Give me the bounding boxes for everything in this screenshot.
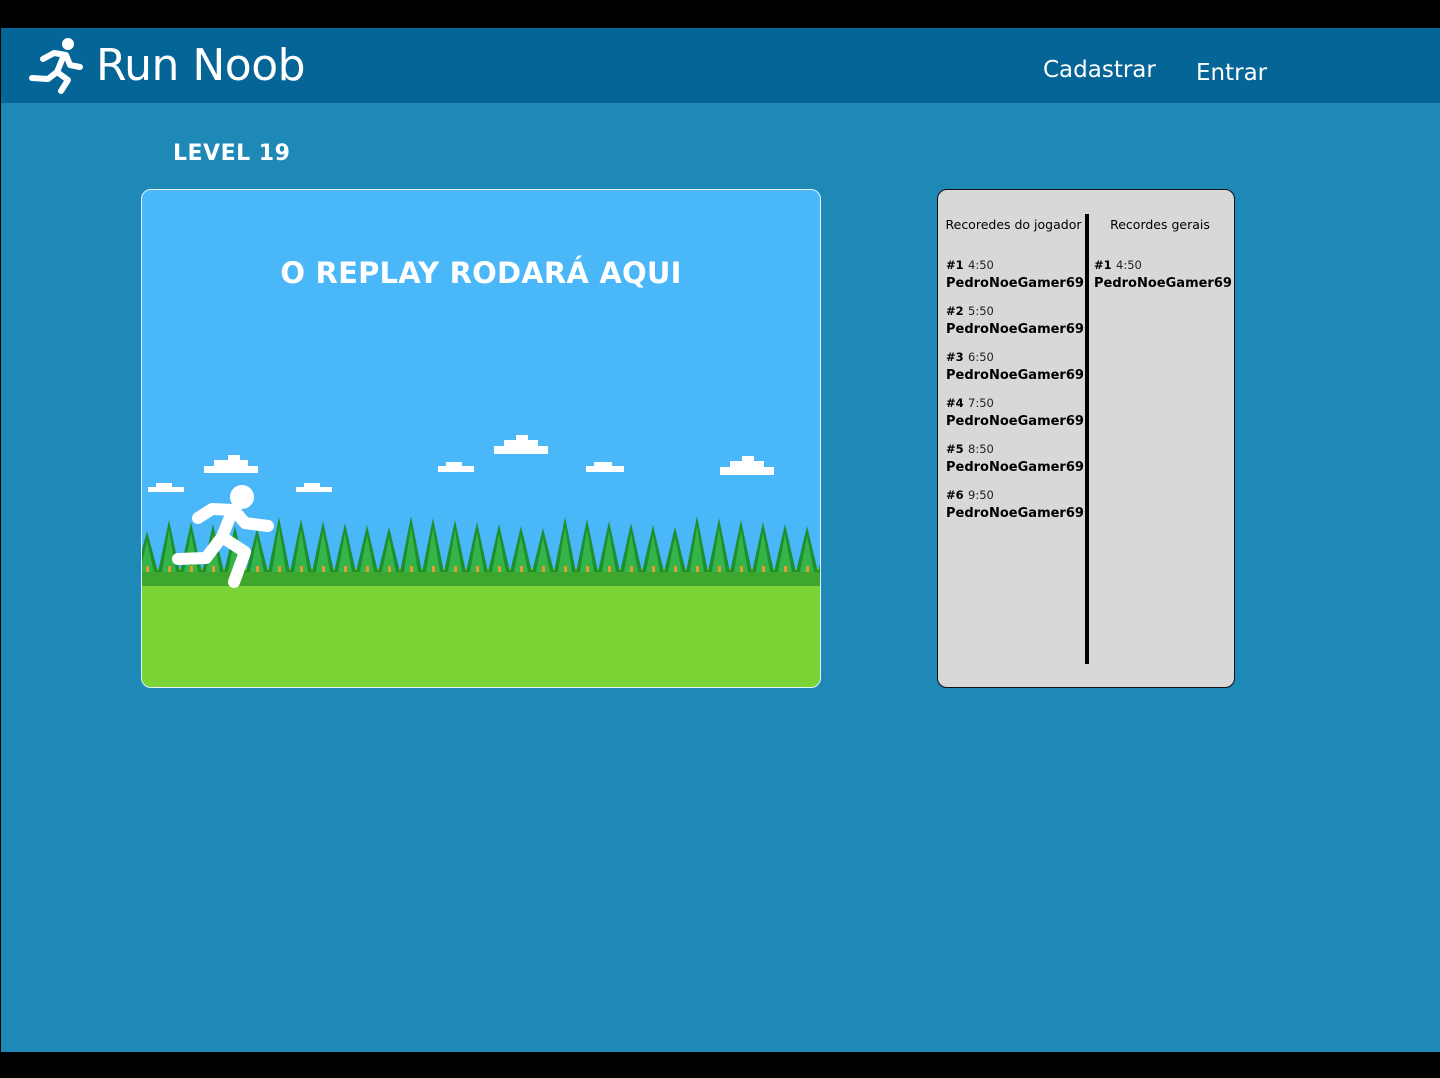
record-player-name: PedroNoeGamer69 [946, 506, 1084, 521]
record-time: 4:50 [1116, 258, 1142, 272]
record-time: 5:50 [968, 304, 994, 318]
list-item[interactable]: #4 7:50 PedroNoeGamer69 [946, 392, 1084, 438]
record-player-name: PedroNoeGamer69 [946, 460, 1084, 475]
record-player-name: PedroNoeGamer69 [946, 322, 1084, 337]
record-rank: #4 [946, 396, 964, 410]
record-rank: #1 [946, 258, 964, 272]
record-rank: #3 [946, 350, 964, 364]
record-time: 7:50 [968, 396, 994, 410]
player-records-title: Recoredes do jogador [945, 217, 1082, 232]
list-item[interactable]: #2 5:50 PedroNoeGamer69 [946, 300, 1084, 346]
login-link[interactable]: Entrar [1196, 60, 1267, 86]
record-player-name: PedroNoeGamer69 [946, 276, 1084, 291]
list-item[interactable]: #1 4:50 PedroNoeGamer69 [946, 254, 1084, 300]
global-records-list: #1 4:50 PedroNoeGamer69 [1094, 254, 1232, 300]
brand-logo-text[interactable]: Run Noob [96, 40, 306, 91]
record-rank: #6 [946, 488, 964, 502]
record-time: 4:50 [968, 258, 994, 272]
player-records-list: #1 4:50 PedroNoeGamer69 #2 5:50 PedroNoeGa… [946, 254, 1084, 530]
register-link[interactable]: Cadastrar [1043, 57, 1156, 83]
record-player-name: PedroNoeGamer69 [1094, 276, 1232, 291]
record-player-name: PedroNoeGamer69 [946, 414, 1084, 429]
record-time: 6:50 [968, 350, 994, 364]
list-item[interactable]: #6 9:50 PedroNoeGamer69 [946, 484, 1084, 530]
cloud-group [148, 435, 774, 492]
record-time: 8:50 [968, 442, 994, 456]
list-item[interactable]: #1 4:50 PedroNoeGamer69 [1094, 254, 1232, 300]
record-rank: #2 [946, 304, 964, 318]
top-navbar: Run Noob Cadastrar Entrar [1, 28, 1440, 103]
list-item[interactable]: #3 6:50 PedroNoeGamer69 [946, 346, 1084, 392]
level-title: LEVEL 19 [173, 141, 291, 166]
record-player-name: PedroNoeGamer69 [946, 368, 1084, 383]
records-panel: Recoredes do jogador Recordes gerais #1 4… [937, 189, 1235, 688]
running-person-icon[interactable] [26, 37, 84, 95]
global-records-title: Recordes gerais [1110, 217, 1210, 232]
column-divider [1085, 214, 1089, 664]
replay-placeholder-caption: O REPLAY RODARÁ AQUI [280, 256, 682, 290]
record-rank: #1 [1094, 258, 1112, 272]
page: Run Noob Cadastrar Entrar LEVEL 19 O REP… [1, 28, 1440, 1052]
replay-viewer[interactable]: O REPLAY RODARÁ AQUI [141, 189, 821, 688]
record-rank: #5 [946, 442, 964, 456]
list-item[interactable]: #5 8:50 PedroNoeGamer69 [946, 438, 1084, 484]
record-time: 9:50 [968, 488, 994, 502]
